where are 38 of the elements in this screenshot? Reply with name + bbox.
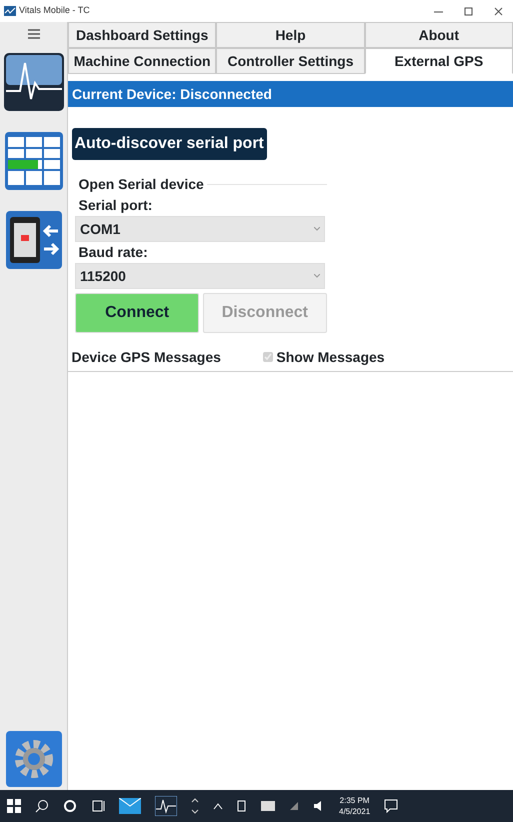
dropdown-field[interactable]: COM1	[75, 216, 325, 242]
tab[interactable]: About	[364, 22, 513, 48]
close-icon[interactable]	[494, 6, 502, 16]
device-icon[interactable]	[237, 800, 247, 812]
app-icon	[4, 6, 16, 16]
tab[interactable]: Machine Connection	[68, 48, 216, 74]
tab[interactable]: Controller Settings	[216, 48, 365, 74]
checkbox-label[interactable]: Show Messages	[276, 346, 385, 368]
circle-icon[interactable]	[63, 799, 77, 813]
chevron-up-icon[interactable]	[213, 802, 223, 810]
connection-button[interactable]: Connect	[75, 292, 200, 332]
field-label: Baud rate:	[78, 243, 149, 262]
window-title: Vitals Mobile - TC	[19, 4, 90, 18]
notification-icon[interactable]	[384, 799, 398, 813]
task-view-icon[interactable]	[91, 799, 105, 813]
table-icon[interactable]	[4, 132, 62, 190]
tab[interactable]: Dashboard Settings	[68, 22, 216, 48]
clock-date[interactable]: 4/5/2021	[339, 806, 370, 817]
settings-icon[interactable]	[6, 730, 62, 786]
search-icon[interactable]	[35, 799, 49, 813]
tab[interactable]: External GPS	[364, 48, 513, 74]
heartbeat-icon[interactable]	[155, 796, 177, 816]
restore-icon[interactable]	[464, 6, 472, 16]
dropdown-field[interactable]: 115200	[75, 263, 325, 289]
auto-discover-button[interactable]: Auto-discover serial port	[72, 128, 267, 160]
heartbeat-icon[interactable]	[4, 53, 64, 111]
tablet-transfer-icon[interactable]	[6, 211, 62, 269]
field-label: Serial port:	[78, 196, 154, 215]
tab[interactable]: Help	[216, 22, 365, 48]
network-icon[interactable]	[289, 801, 299, 811]
windows-start-icon[interactable]	[7, 799, 21, 813]
mail-icon[interactable]	[119, 798, 141, 814]
status-bar: Current Device: Disconnected	[68, 81, 513, 107]
messages-label: Device GPS Messages	[72, 348, 221, 367]
group-legend: Open Serial device	[75, 174, 204, 195]
clock-time[interactable]: 2:35 PM	[340, 795, 370, 806]
scroll-arrows-icon[interactable]	[191, 796, 199, 816]
menu-icon[interactable]	[28, 29, 40, 39]
